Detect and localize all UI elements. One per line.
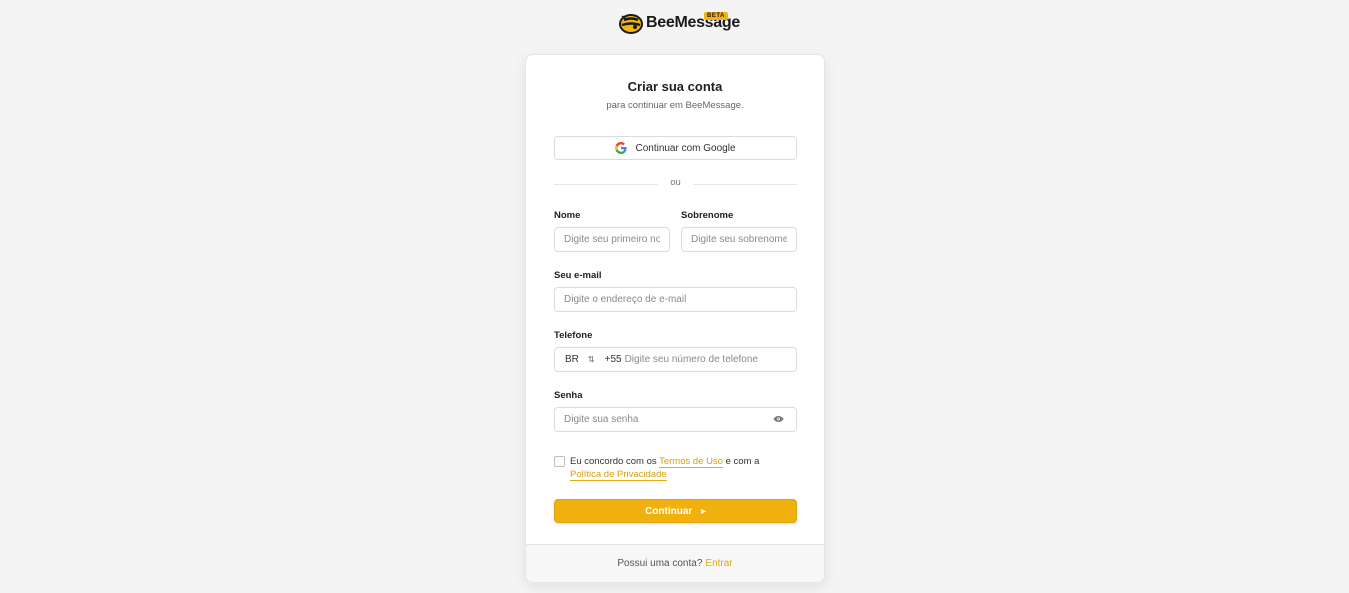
country-select[interactable]: BR ⇅ [565, 354, 595, 365]
signup-card: Criar sua conta para continuar em BeeMes… [525, 54, 825, 583]
password-field[interactable] [554, 407, 797, 432]
dial-code: +55 [604, 354, 622, 365]
signin-footer: Possui uma conta? Entrar [526, 544, 824, 582]
continue-button[interactable]: Continuar ▶ [554, 499, 797, 523]
divider-line-right [693, 184, 797, 185]
phone-number-input[interactable] [624, 354, 775, 365]
terms-prefix: Eu concordo com os [570, 456, 660, 467]
eye-icon[interactable] [773, 415, 784, 423]
terms-text: Eu concordo com os Termos de Uso e com a… [570, 455, 759, 481]
last-name-label: Sobrenome [681, 210, 734, 221]
terms-middle: e com a [722, 456, 760, 467]
play-arrow-icon: ▶ [701, 508, 706, 515]
beta-badge: BETA [704, 12, 728, 20]
last-name-input[interactable] [681, 227, 797, 252]
bee-logo-icon [619, 14, 643, 34]
google-signin-button[interactable]: Continuar com Google [554, 136, 797, 160]
password-wrapper [554, 407, 797, 432]
terms-of-use-link[interactable]: Termos de Uso [659, 456, 723, 468]
or-divider: ou [554, 177, 797, 191]
password-label: Senha [554, 390, 583, 401]
page-title: Criar sua conta [627, 79, 723, 94]
country-code: BR [565, 354, 579, 365]
brand-logo: BeeMessage BETA [618, 11, 740, 35]
privacy-policy-link[interactable]: Política de Privacidade [570, 469, 667, 481]
phone-label: Telefone [554, 330, 593, 341]
first-name-label: Nome [554, 210, 581, 221]
divider-text: ou [670, 177, 681, 188]
email-label: Seu e-mail [554, 270, 602, 281]
phone-field: BR ⇅ +55 [554, 347, 797, 372]
terms-agreement: Eu concordo com os Termos de Uso e com a… [554, 455, 797, 481]
email-field[interactable] [554, 287, 797, 312]
signin-link[interactable]: Entrar [705, 558, 732, 569]
page-subtitle: para continuar em BeeMessage. [606, 100, 744, 111]
terms-checkbox[interactable] [554, 456, 565, 467]
first-name-input[interactable] [554, 227, 670, 252]
continue-button-label: Continuar [645, 505, 693, 517]
footer-text: Possui uma conta? [617, 558, 703, 569]
google-icon [615, 142, 628, 154]
google-button-label: Continuar com Google [635, 142, 736, 154]
chevron-updown-icon: ⇅ [587, 354, 595, 364]
